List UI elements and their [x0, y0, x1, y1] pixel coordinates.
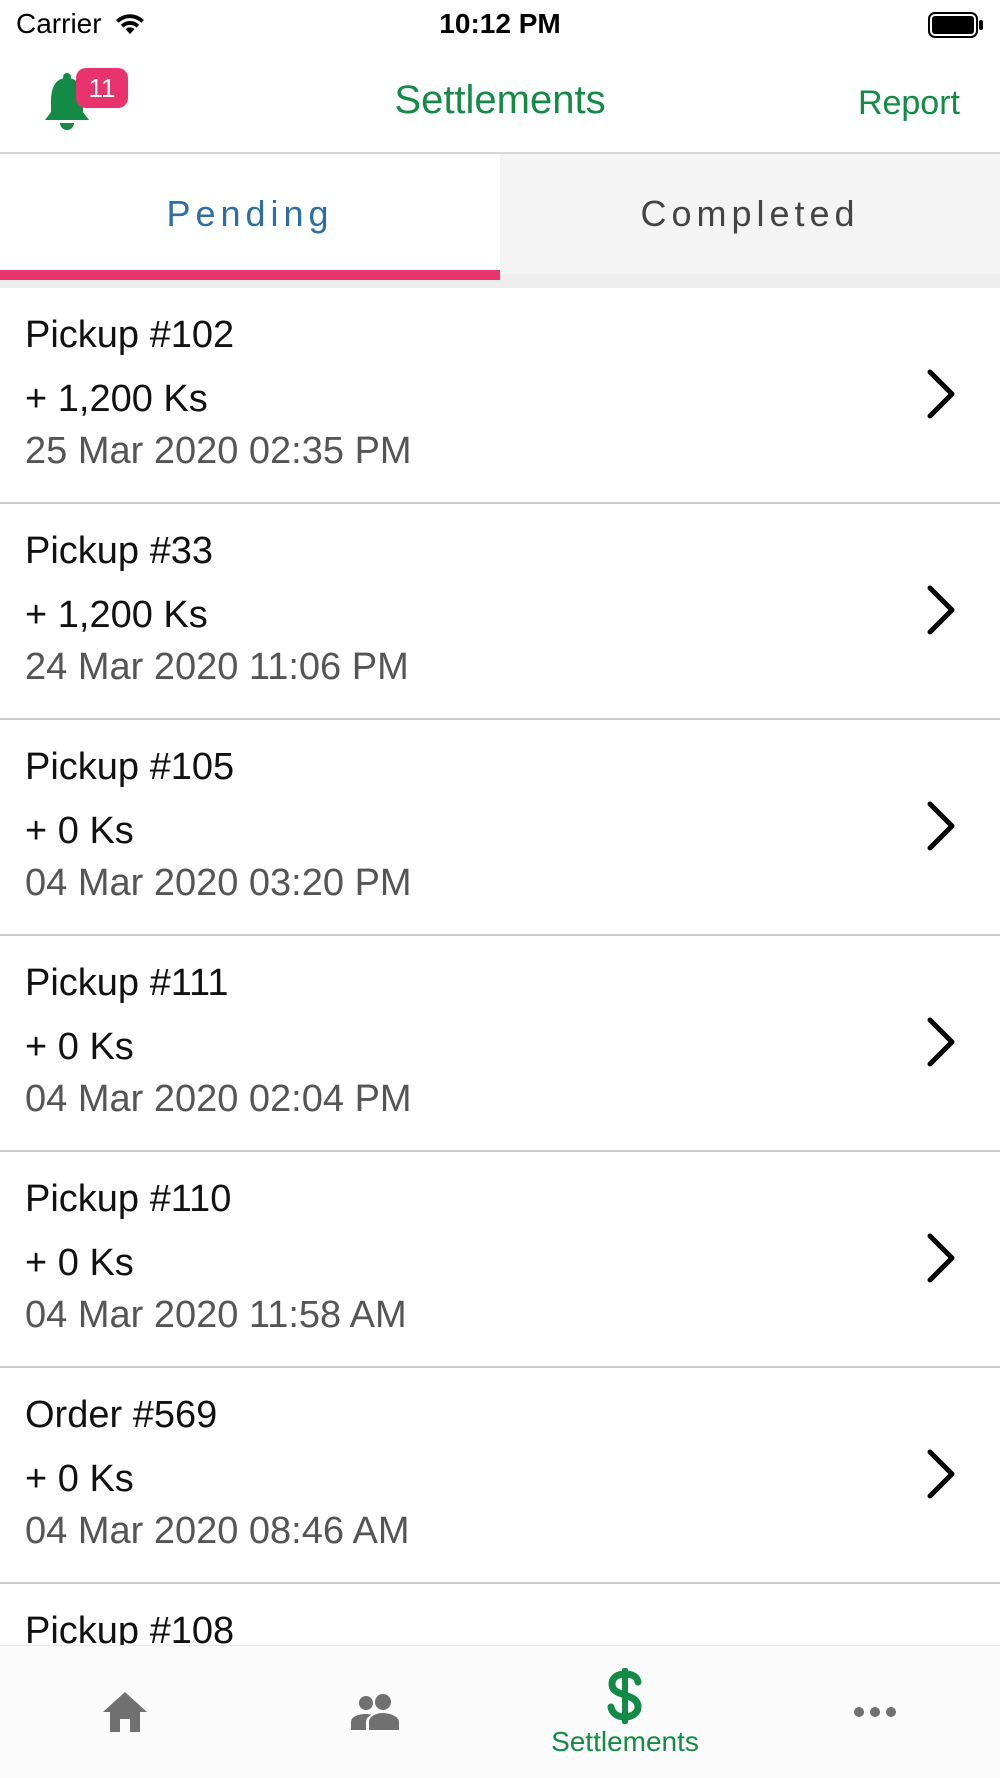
chevron-right-icon	[927, 1449, 955, 1499]
chevron-right-icon	[927, 1233, 955, 1283]
item-date: 25 Mar 2020 02:35 PM	[25, 430, 412, 472]
settlement-list: Pickup #102 + 1,200 Ks 25 Mar 2020 02:35…	[0, 288, 1000, 1646]
item-date: 04 Mar 2020 03:20 PM	[25, 862, 412, 904]
tab-bar-item-settlements[interactable]: Settlements	[500, 1646, 750, 1778]
item-date: 24 Mar 2020 11:06 PM	[25, 646, 409, 688]
list-item[interactable]: Pickup #102 + 1,200 Ks 25 Mar 2020 02:35…	[0, 288, 1000, 504]
status-bar: Carrier 10:12 PM	[0, 0, 1000, 50]
item-amount: + 1,200 Ks	[25, 378, 208, 420]
item-amount: + 0 Ks	[25, 810, 134, 852]
page-title: Settlements	[394, 78, 606, 122]
tab-bar: Settlements	[0, 1645, 1000, 1778]
item-date: 04 Mar 2020 08:46 AM	[25, 1510, 410, 1552]
list-item[interactable]: Pickup #108	[0, 1584, 1000, 1646]
tab-bar-item-label: Settlements	[551, 1726, 699, 1757]
item-title: Pickup #110	[25, 1178, 232, 1220]
item-amount: + 0 Ks	[25, 1242, 134, 1284]
chevron-right-icon	[927, 801, 955, 851]
item-title: Pickup #102	[25, 314, 235, 356]
chevron-right-icon	[927, 585, 955, 635]
item-title: Pickup #33	[25, 530, 214, 572]
segment-tabs: Pending Completed	[0, 154, 1000, 288]
battery-icon	[928, 12, 984, 43]
tab-bar-item-more[interactable]	[750, 1646, 1000, 1778]
list-item[interactable]: Pickup #33 + 1,200 Ks 24 Mar 2020 11:06 …	[0, 504, 1000, 720]
item-amount: + 1,200 Ks	[25, 594, 208, 636]
item-amount: + 0 Ks	[25, 1458, 134, 1500]
tab-completed[interactable]: Completed	[500, 154, 1000, 274]
status-time: 10:12 PM	[439, 8, 561, 39]
report-button[interactable]: Report	[858, 84, 960, 123]
item-amount: + 0 Ks	[25, 1026, 134, 1068]
dollar-icon	[607, 1668, 642, 1724]
item-title: Pickup #108	[25, 1610, 235, 1646]
item-title: Order #569	[25, 1394, 218, 1436]
tab-bar-item-home[interactable]	[0, 1646, 250, 1778]
more-icon	[854, 1707, 896, 1717]
tab-pending[interactable]: Pending	[0, 154, 500, 280]
app-screen: Carrier 10:12 PM 11 Settlements Report P…	[0, 0, 1000, 1778]
chevron-right-icon	[927, 1017, 955, 1067]
home-icon	[103, 1692, 147, 1732]
chevron-right-icon	[927, 369, 955, 419]
item-title: Pickup #105	[25, 746, 235, 788]
list-item[interactable]: Pickup #105 + 0 Ks 04 Mar 2020 03:20 PM	[0, 720, 1000, 936]
people-icon	[351, 1694, 399, 1730]
list-item[interactable]: Pickup #110 + 0 Ks 04 Mar 2020 11:58 AM	[0, 1152, 1000, 1368]
item-date: 04 Mar 2020 02:04 PM	[25, 1078, 412, 1120]
item-date: 04 Mar 2020 11:58 AM	[25, 1294, 407, 1336]
list-item[interactable]: Pickup #111 + 0 Ks 04 Mar 2020 02:04 PM	[0, 936, 1000, 1152]
tab-bar-item-people[interactable]	[250, 1646, 500, 1778]
list-item[interactable]: Order #569 + 0 Ks 04 Mar 2020 08:46 AM	[0, 1368, 1000, 1584]
item-title: Pickup #111	[25, 962, 229, 1004]
nav-bar: 11 Settlements Report	[0, 50, 1000, 154]
